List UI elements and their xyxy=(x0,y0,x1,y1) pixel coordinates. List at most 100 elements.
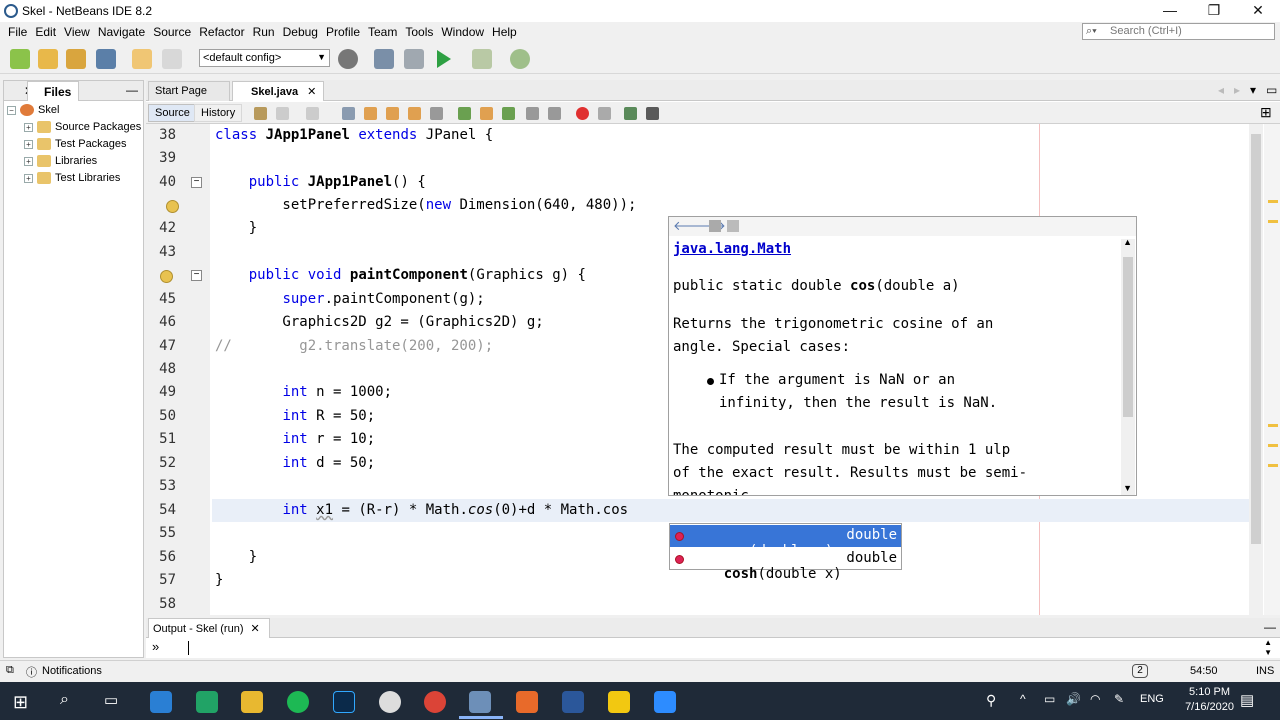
hint-bulb-icon[interactable] xyxy=(166,200,179,213)
media-player-icon[interactable] xyxy=(379,691,401,713)
debug-icon[interactable] xyxy=(472,49,492,69)
last-edit-icon[interactable] xyxy=(254,107,267,120)
code-line[interactable]: int R = 50; xyxy=(215,408,375,424)
code-line-comment[interactable]: // g2.translate(200, 200); xyxy=(215,338,493,354)
editor-vertical-scrollbar[interactable] xyxy=(1249,124,1263,615)
menu-edit[interactable]: Edit xyxy=(35,25,56,39)
maximize-icon[interactable]: ▭ xyxy=(1266,83,1277,97)
word-icon[interactable] xyxy=(562,691,584,713)
build-hammer-icon[interactable] xyxy=(374,49,394,69)
code-line[interactable]: } xyxy=(215,549,257,565)
sheets-icon[interactable] xyxy=(196,691,218,713)
search-icon[interactable]: ⌕ xyxy=(60,691,69,709)
undo-icon[interactable] xyxy=(132,49,152,69)
collapse-icon[interactable]: − xyxy=(7,105,16,115)
comment-icon[interactable] xyxy=(624,107,637,120)
run-icon[interactable] xyxy=(437,50,451,68)
people-icon[interactable]: ⚲ xyxy=(986,692,996,709)
find-previous-icon[interactable] xyxy=(364,107,377,120)
toggle-bookmark-icon[interactable] xyxy=(502,107,515,120)
source-mode-button[interactable]: Source xyxy=(148,104,197,122)
menu-debug[interactable]: Debug xyxy=(283,25,318,39)
meet-now-icon[interactable]: ▭ xyxy=(1044,692,1055,706)
show-source-icon[interactable] xyxy=(727,220,739,232)
javadoc-class-link[interactable]: java.lang.Math xyxy=(673,241,791,257)
completion-item[interactable]: cosh(double x) double xyxy=(670,548,901,582)
menu-run[interactable]: Run xyxy=(253,25,275,39)
menu-window[interactable]: Window xyxy=(441,25,484,39)
find-selection-icon[interactable] xyxy=(408,107,421,120)
language-indicator[interactable]: ENG xyxy=(1140,693,1164,705)
tree-item-test-libraries[interactable]: + Test Libraries xyxy=(24,170,120,186)
warning-mark[interactable] xyxy=(1268,444,1278,447)
fold-icon[interactable]: − xyxy=(191,177,202,188)
notifications-icon[interactable]: ⓘ xyxy=(26,664,37,680)
task-view-icon[interactable]: ▭ xyxy=(104,691,118,709)
minimize-panel-icon[interactable]: — xyxy=(126,83,138,97)
menu-source[interactable]: Source xyxy=(153,25,191,39)
warning-mark[interactable] xyxy=(1268,200,1278,203)
scroll-up-icon[interactable]: ▲ xyxy=(1123,237,1132,247)
menu-navigate[interactable]: Navigate xyxy=(98,25,145,39)
tree-root[interactable]: − Skel xyxy=(7,102,59,118)
tab-output[interactable]: Output - Skel (run) ✕ xyxy=(148,618,270,638)
menu-view[interactable]: View xyxy=(64,25,90,39)
find-icon[interactable] xyxy=(342,107,355,120)
windows-start-icon[interactable]: ⊞ xyxy=(13,692,28,713)
code-line[interactable]: super.paintComponent(g); xyxy=(215,291,484,307)
javadoc-popup[interactable]: 🡐 🡒 java.lang.Math public static double … xyxy=(668,216,1137,496)
new-project-icon[interactable] xyxy=(38,49,58,69)
uncomment-icon[interactable] xyxy=(646,107,659,120)
globe-icon[interactable] xyxy=(338,49,358,69)
close-tab-icon[interactable]: ✕ xyxy=(307,86,316,98)
code-line[interactable]: setPreferredSize(new Dimension(640, 480)… xyxy=(215,197,636,213)
error-stripe[interactable] xyxy=(1264,124,1280,615)
action-center-icon[interactable]: ▤ xyxy=(1240,691,1254,709)
mail-icon[interactable] xyxy=(150,691,172,713)
clock[interactable]: 5:10 PM 7/16/2020 xyxy=(1185,685,1234,715)
tree-item-test-packages[interactable]: + Test Packages xyxy=(24,136,127,152)
tab-list-icon[interactable]: ▾ xyxy=(1250,83,1256,97)
tree-item-libraries[interactable]: + Libraries xyxy=(24,153,97,169)
next-bookmark-icon[interactable] xyxy=(480,107,493,120)
chrome-icon[interactable] xyxy=(424,691,446,713)
back-icon[interactable] xyxy=(276,107,289,120)
restore-button[interactable]: ❐ xyxy=(1192,0,1236,22)
code-completion-popup[interactable]: cos(double a) double cosh(double x) doub… xyxy=(669,523,902,582)
scroll-down-icon[interactable]: ▼ xyxy=(1264,648,1272,657)
forward-icon[interactable] xyxy=(306,107,319,120)
restore-window-icon[interactable]: ⧉ xyxy=(6,664,14,677)
expand-icon[interactable]: + xyxy=(24,173,33,183)
menu-help[interactable]: Help xyxy=(492,25,517,39)
code-line[interactable]: Graphics2D g2 = (Graphics2D) g; xyxy=(215,314,543,330)
menu-team[interactable]: Team xyxy=(368,25,397,39)
expand-icon[interactable]: + xyxy=(24,156,33,166)
scroll-up-icon[interactable]: ▲ xyxy=(1264,638,1272,647)
clean-build-icon[interactable] xyxy=(404,49,424,69)
stop-macro-icon[interactable] xyxy=(598,107,611,120)
menu-file[interactable]: File xyxy=(8,25,27,39)
menu-tools[interactable]: Tools xyxy=(405,25,433,39)
expand-icon[interactable]: + xyxy=(24,139,33,149)
find-next-icon[interactable] xyxy=(386,107,399,120)
scroll-tabs-left-icon[interactable]: ◂ xyxy=(1218,83,1224,97)
tree-item-source-packages[interactable]: + Source Packages xyxy=(24,119,141,135)
redo-icon[interactable] xyxy=(162,49,182,69)
code-line[interactable]: } xyxy=(215,572,223,588)
volume-icon[interactable]: 🔊 xyxy=(1066,692,1081,706)
code-line[interactable]: class JApp1Panel extends JPanel { xyxy=(215,127,493,143)
completion-item[interactable]: cos(double a) double xyxy=(670,525,901,559)
close-tab-icon[interactable]: ✕ xyxy=(251,623,260,635)
pen-icon[interactable]: ✎ xyxy=(1114,692,1124,706)
file-explorer-icon[interactable] xyxy=(241,691,263,713)
code-line[interactable]: int r = 10; xyxy=(215,431,375,447)
history-mode-button[interactable]: History xyxy=(194,104,243,122)
scroll-tabs-right-icon[interactable]: ▸ xyxy=(1234,83,1240,97)
shift-left-icon[interactable] xyxy=(526,107,539,120)
code-line[interactable]: int n = 1000; xyxy=(215,384,392,400)
javadoc-scrollbar-thumb[interactable] xyxy=(1123,257,1133,417)
photoshop-icon[interactable] xyxy=(333,691,355,713)
previous-bookmark-icon[interactable] xyxy=(458,107,471,120)
scrollbar-thumb[interactable] xyxy=(1251,134,1261,544)
save-all-icon[interactable] xyxy=(96,49,116,69)
